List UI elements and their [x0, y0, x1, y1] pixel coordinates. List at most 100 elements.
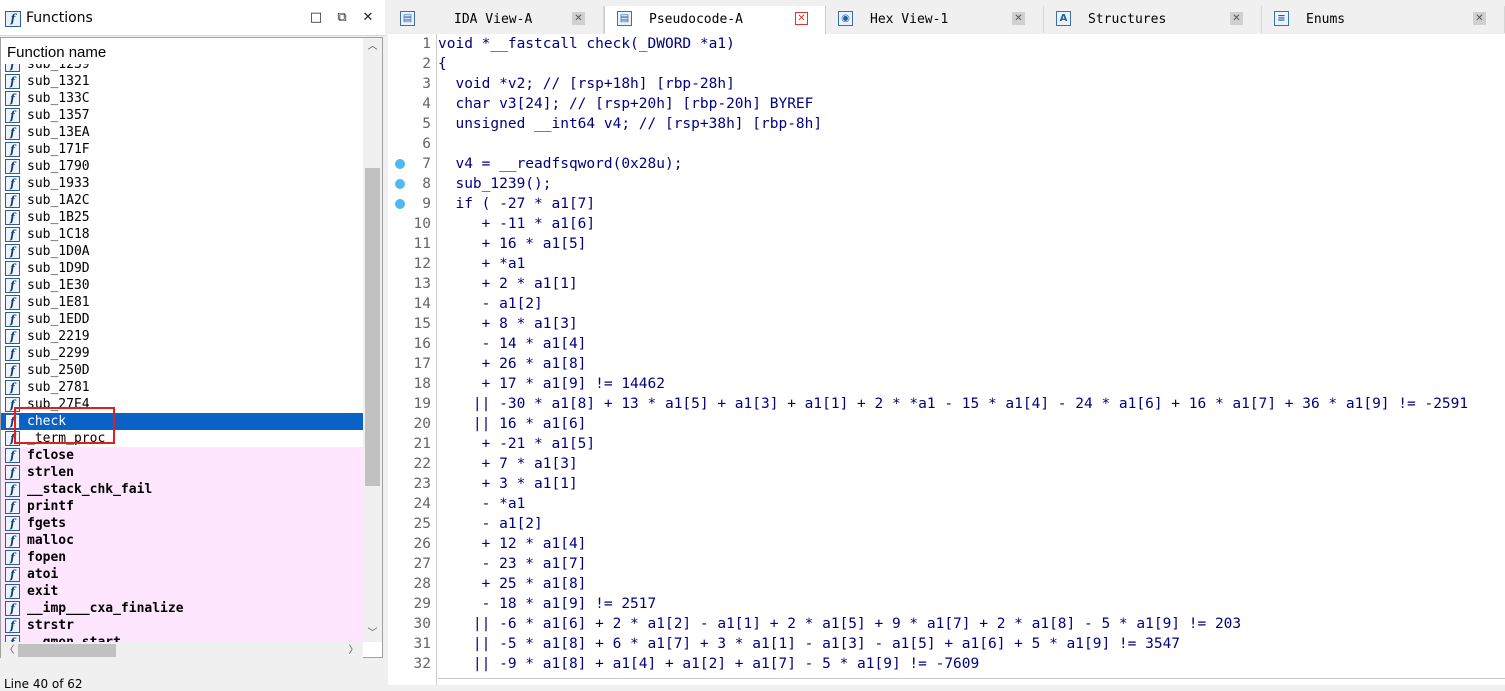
code-line[interactable]: 11 + 16 * a1[5]	[388, 234, 1505, 254]
code-text[interactable]: v4 = __readfsqword(0x28u);	[438, 154, 682, 174]
code-line[interactable]: 5 unsigned __int64 v4; // [rsp+38h] [rbp…	[388, 114, 1505, 134]
function-row-imp-cxa-finalize[interactable]: f __imp___cxa_finalize	[1, 600, 363, 617]
function-row-exit[interactable]: f exit	[1, 583, 363, 600]
code-line[interactable]: 12 + *a1	[388, 254, 1505, 274]
code-line[interactable]: 22 + 7 * a1[3]	[388, 454, 1505, 474]
code-text[interactable]: - 14 * a1[4]	[438, 334, 587, 354]
function-row-term-proc[interactable]: f _term_proc	[1, 430, 363, 447]
restore-icon[interactable]: ⧉	[332, 8, 352, 28]
function-row-sub-1d9d[interactable]: f sub_1D9D	[1, 260, 363, 277]
tab-pseudocode-a[interactable]: ▤ Pseudocode-A ✕	[604, 6, 826, 34]
code-line[interactable]: 2{	[388, 54, 1505, 74]
code-line[interactable]: 13 + 2 * a1[1]	[388, 274, 1505, 294]
function-row-sub-1933[interactable]: f sub_1933	[1, 175, 363, 192]
code-text[interactable]: char v3[24]; // [rsp+20h] [rbp-20h] BYRE…	[438, 94, 813, 114]
code-text[interactable]: || -5 * a1[8] + 6 * a1[7] + 3 * a1[1] - …	[438, 634, 1180, 654]
code-text[interactable]: + 25 * a1[8]	[438, 574, 587, 594]
code-text[interactable]: - a1[2]	[438, 294, 543, 314]
horizontal-scrollbar[interactable]: 〈 〉	[1, 642, 363, 659]
code-line[interactable]: 31 || -5 * a1[8] + 6 * a1[7] + 3 * a1[1]…	[388, 634, 1505, 654]
code-line[interactable]: 24 - *a1	[388, 494, 1505, 514]
function-row-stack-chk-fail[interactable]: f __stack_chk_fail	[1, 481, 363, 498]
code-text[interactable]: + *a1	[438, 254, 526, 274]
function-row-sub-2299[interactable]: f sub_2299	[1, 345, 363, 362]
code-text[interactable]: + 8 * a1[3]	[438, 314, 578, 334]
code-line[interactable]: 3 void *v2; // [rsp+18h] [rbp-28h]	[388, 74, 1505, 94]
code-line[interactable]: 1 void *__fastcall check(_DWORD *a1)	[388, 34, 1505, 54]
function-row-sub-1357[interactable]: f sub_1357	[1, 107, 363, 124]
scroll-down-icon[interactable]: ﹀	[363, 625, 382, 642]
scroll-left-icon[interactable]: 〈	[1, 642, 18, 659]
maximize-icon[interactable]: □	[306, 8, 326, 28]
tab-close-icon[interactable]: ✕	[1230, 12, 1243, 25]
code-line[interactable]: 10 + -11 * a1[6]	[388, 214, 1505, 234]
code-line[interactable]: 17 + 26 * a1[8]	[388, 354, 1505, 374]
vertical-scroll-thumb[interactable]	[365, 168, 380, 487]
code-text[interactable]: - a1[2]	[438, 514, 543, 534]
scroll-up-icon[interactable]: ︿	[363, 38, 382, 55]
function-row-fopen[interactable]: f fopen	[1, 549, 363, 566]
code-text[interactable]: sub_1239();	[438, 174, 551, 194]
code-line[interactable]: 4 char v3[24]; // [rsp+20h] [rbp-20h] BY…	[388, 94, 1505, 114]
code-text[interactable]: || -9 * a1[8] + a1[4] + a1[2] + a1[7] - …	[438, 654, 979, 674]
code-line[interactable]: 29 - 18 * a1[9] != 2517	[388, 594, 1505, 614]
code-text[interactable]: - 18 * a1[9] != 2517	[438, 594, 657, 614]
code-text[interactable]: + -21 * a1[5]	[438, 434, 596, 454]
code-text[interactable]: || -6 * a1[6] + 2 * a1[2] - a1[1] + 2 * …	[438, 614, 1241, 634]
function-row-sub-13ea[interactable]: f sub_13EA	[1, 124, 363, 141]
code-text[interactable]: + 2 * a1[1]	[438, 274, 578, 294]
code-text[interactable]: unsigned __int64 v4; // [rsp+38h] [rbp-8…	[438, 114, 822, 134]
code-text[interactable]: + 7 * a1[3]	[438, 454, 578, 474]
code-line[interactable]: 23 + 3 * a1[1]	[388, 474, 1505, 494]
tab-close-icon[interactable]: ✕	[1012, 12, 1025, 25]
code-text[interactable]: + -11 * a1[6]	[438, 214, 596, 234]
function-row-fclose[interactable]: f fclose	[1, 447, 363, 464]
function-row-sub-27e4[interactable]: f sub_27E4	[1, 396, 363, 413]
code-line[interactable]: 26 + 12 * a1[4]	[388, 534, 1505, 554]
tab-structures[interactable]: A Structures ✕	[1044, 6, 1262, 33]
function-row-sub-2781[interactable]: f sub_2781	[1, 379, 363, 396]
tab-close-icon[interactable]: ✕	[795, 12, 808, 25]
code-text[interactable]: if ( -27 * a1[7]	[438, 194, 595, 214]
code-text[interactable]: + 17 * a1[9] != 14462	[438, 374, 665, 394]
tab-hex-view-1[interactable]: ◉ Hex View-1 ✕	[826, 6, 1044, 33]
close-icon[interactable]: ✕	[358, 8, 378, 28]
function-row-printf[interactable]: f printf	[1, 498, 363, 515]
breakpoint-dot-icon[interactable]	[395, 199, 405, 209]
function-row-sub-2219[interactable]: f sub_2219	[1, 328, 363, 345]
function-row-sub-1b25[interactable]: f sub_1B25	[1, 209, 363, 226]
function-row-sub-1321[interactable]: f sub_1321	[1, 73, 363, 90]
function-row-atoi[interactable]: f atoi	[1, 566, 363, 583]
code-text[interactable]: void *v2; // [rsp+18h] [rbp-28h]	[438, 74, 734, 94]
horizontal-scroll-thumb[interactable]	[18, 644, 116, 657]
code-line[interactable]: 16 - 14 * a1[4]	[388, 334, 1505, 354]
tab-close-icon[interactable]: ✕	[572, 12, 585, 25]
code-text[interactable]: {	[438, 54, 447, 74]
functions-list[interactable]: Function name f sub_1239 f sub_1321 f sub_133…	[0, 37, 383, 659]
function-name-column-header[interactable]: Function name	[1, 38, 363, 64]
function-row-gmon-start[interactable]: f __gmon_start__	[1, 634, 363, 642]
code-line[interactable]: 14 - a1[2]	[388, 294, 1505, 314]
function-row-sub-1e30[interactable]: f sub_1E30	[1, 277, 363, 294]
function-row-sub-171f[interactable]: f sub_171F	[1, 141, 363, 158]
breakpoint-dot-icon[interactable]	[395, 179, 405, 189]
tab-enums[interactable]: ≡ Enums ✕	[1262, 6, 1505, 33]
vertical-scrollbar[interactable]: ︿ ﹀	[363, 38, 382, 642]
code-line[interactable]: 30 || -6 * a1[6] + 2 * a1[2] - a1[1] + 2…	[388, 614, 1505, 634]
function-row-sub-250d[interactable]: f sub_250D	[1, 362, 363, 379]
code-text[interactable]: void *__fastcall check(_DWORD *a1)	[438, 34, 735, 54]
code-text[interactable]: + 3 * a1[1]	[438, 474, 578, 494]
code-line[interactable]: 9 if ( -27 * a1[7]	[388, 194, 1505, 214]
code-text[interactable]: + 26 * a1[8]	[438, 354, 587, 374]
code-line[interactable]: 6	[388, 134, 1505, 154]
function-row-sub-1239[interactable]: f sub_1239	[1, 64, 363, 73]
code-text[interactable]: - 23 * a1[7]	[438, 554, 587, 574]
function-row-strlen[interactable]: f strlen	[1, 464, 363, 481]
code-line[interactable]: 25 - a1[2]	[388, 514, 1505, 534]
code-line[interactable]: 20 || 16 * a1[6]	[388, 414, 1505, 434]
code-line[interactable]: 8 sub_1239();	[388, 174, 1505, 194]
code-line[interactable]: 15 + 8 * a1[3]	[388, 314, 1505, 334]
function-row-strstr[interactable]: f strstr	[1, 617, 363, 634]
code-line[interactable]: 21 + -21 * a1[5]	[388, 434, 1505, 454]
code-text[interactable]: || -30 * a1[8] + 13 * a1[5] + a1[3] + a1…	[438, 394, 1468, 414]
